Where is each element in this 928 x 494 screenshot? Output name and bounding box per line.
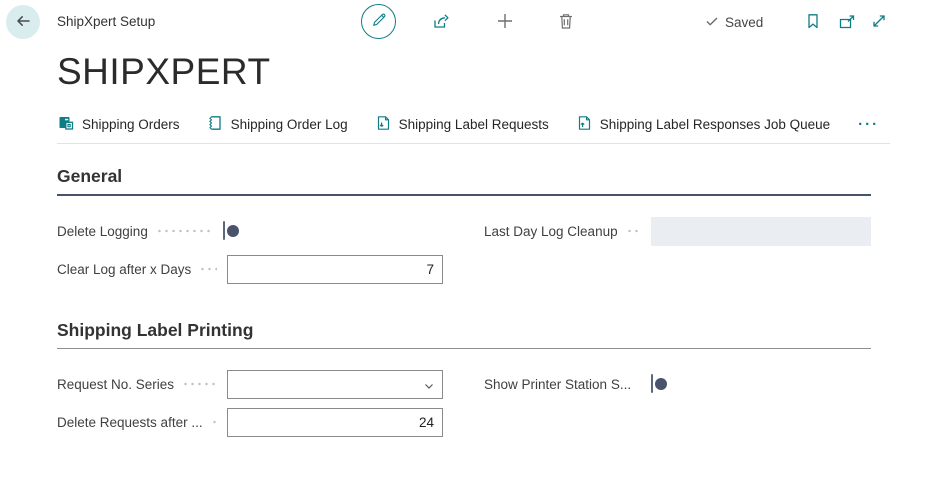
clear-log-after-input[interactable] [227, 255, 443, 284]
field-show-printer-station: Show Printer Station S... [484, 369, 871, 399]
bookmark-icon [804, 12, 822, 33]
delete-requests-after-input[interactable] [227, 408, 443, 437]
toggle-knob [655, 378, 667, 390]
open-in-window-icon [837, 12, 857, 35]
open-in-window-button[interactable] [836, 12, 858, 34]
show-printer-station-toggle[interactable] [651, 374, 653, 393]
last-day-log-cleanup-field [651, 217, 871, 246]
field-clear-log-after: Clear Log after x Days [57, 254, 443, 284]
delete-logging-toggle[interactable] [223, 221, 225, 240]
check-icon [705, 14, 719, 31]
save-status-label: Saved [725, 15, 763, 30]
share-icon [431, 11, 451, 34]
page-title: SHIPXPERT [57, 51, 928, 93]
trash-icon [556, 11, 576, 34]
save-status: Saved [705, 0, 763, 44]
dotted-leader [639, 382, 641, 386]
action-shipping-label-requests-label: Shipping Label Requests [399, 117, 549, 132]
field-delete-logging: Delete Logging [57, 216, 443, 246]
dotted-leader [182, 382, 217, 386]
shipping-label-responses-icon [575, 114, 593, 135]
action-shipping-orders[interactable]: Shipping Orders [57, 114, 180, 135]
dotted-leader [199, 267, 217, 271]
action-shipping-label-responses[interactable]: Shipping Label Responses Job Queue [575, 114, 830, 135]
section-general: General Delete Logging Clear Log after x… [57, 166, 871, 284]
plus-icon [495, 11, 515, 34]
delete-button[interactable] [555, 11, 577, 33]
share-button[interactable] [430, 11, 452, 33]
arrow-left-icon [14, 12, 32, 33]
edit-button[interactable] [361, 4, 396, 39]
request-no-series-combobox[interactable] [227, 370, 443, 399]
delete-logging-label: Delete Logging [57, 224, 148, 239]
clear-log-after-label: Clear Log after x Days [57, 262, 191, 277]
window-title: ShipXpert Setup [57, 0, 155, 44]
dotted-leader [211, 420, 217, 424]
field-request-no-series: Request No. Series [57, 369, 443, 399]
delete-requests-after-label: Delete Requests after ... [57, 415, 203, 430]
expand-button[interactable] [869, 12, 889, 32]
bookmark-button[interactable] [803, 12, 823, 32]
shipping-label-requests-icon [374, 114, 392, 135]
back-button[interactable] [6, 5, 40, 39]
top-command-bar: ShipXpert Setup Saved [0, 0, 928, 44]
request-no-series-label: Request No. Series [57, 377, 174, 392]
field-last-day-log-cleanup: Last Day Log Cleanup [484, 216, 871, 246]
shipping-order-log-icon [206, 114, 224, 135]
dotted-leader [626, 229, 641, 233]
section-shipping-label-printing-header[interactable]: Shipping Label Printing [57, 320, 871, 349]
show-printer-station-label: Show Printer Station S... [484, 377, 631, 392]
more-actions-button[interactable]: ··· [856, 116, 881, 133]
action-shipping-label-requests[interactable]: Shipping Label Requests [374, 114, 549, 135]
section-shipping-label-printing: Shipping Label Printing Request No. Seri… [57, 320, 871, 437]
action-bar: Shipping Orders Shipping Order Log Shipp… [57, 106, 890, 144]
section-general-header[interactable]: General [57, 166, 871, 196]
last-day-log-cleanup-label: Last Day Log Cleanup [484, 224, 618, 239]
expand-icon [870, 12, 888, 33]
action-shipping-orders-label: Shipping Orders [82, 117, 180, 132]
dotted-leader [156, 229, 213, 233]
pencil-icon [370, 11, 388, 32]
field-delete-requests-after: Delete Requests after ... [57, 407, 443, 437]
action-shipping-label-responses-label: Shipping Label Responses Job Queue [600, 117, 830, 132]
toggle-knob [227, 225, 239, 237]
shipping-orders-icon [57, 114, 75, 135]
request-no-series-input[interactable] [227, 370, 443, 399]
new-button[interactable] [494, 11, 516, 33]
action-shipping-order-log-label: Shipping Order Log [231, 117, 348, 132]
action-shipping-order-log[interactable]: Shipping Order Log [206, 114, 348, 135]
